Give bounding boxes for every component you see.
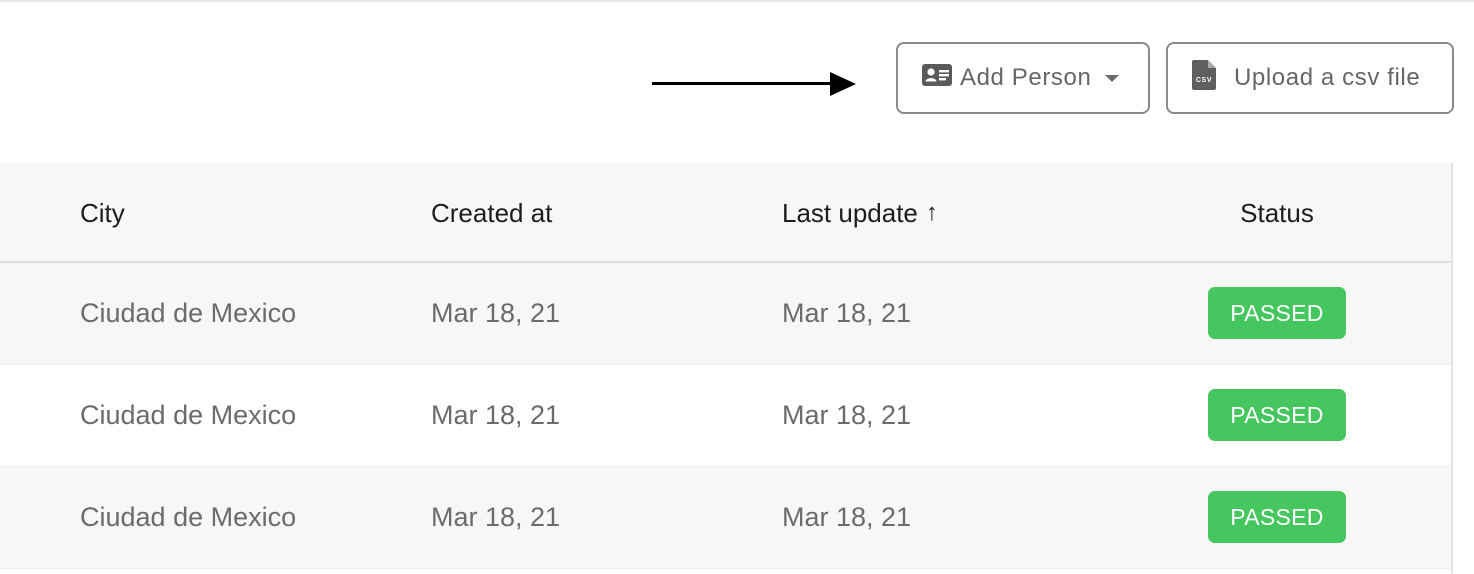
column-header-created-at[interactable]: Created at: [431, 163, 552, 263]
column-header-label: Status: [1240, 197, 1314, 228]
table-row[interactable]: Ciudad de Mexico Mar 18, 21 Mar 18, 21 P…: [0, 365, 1451, 467]
created-at-cell: Mar 18, 21: [431, 501, 561, 532]
column-header-label: Last update: [782, 197, 918, 228]
last-update-cell: Mar 18, 21: [782, 399, 912, 430]
city-cell: Ciudad de Mexico: [80, 297, 297, 328]
column-header-label: Created at: [431, 197, 553, 228]
last-update-cell: Mar 18, 21: [782, 501, 912, 532]
csv-file-icon: CSV: [1192, 59, 1216, 97]
status-cell: PASSED: [1208, 365, 1346, 465]
id-card-icon: [922, 63, 952, 93]
people-table: City Created at Last update ↑ Status Ciu…: [0, 163, 1453, 574]
upload-csv-label: Upload a csv file: [1234, 64, 1421, 91]
created-at-cell: Mar 18, 21: [431, 399, 561, 430]
table-header: City Created at Last update ↑ Status: [0, 163, 1451, 263]
chevron-down-icon[interactable]: [1105, 74, 1120, 82]
table-row[interactable]: Ciudad de Mexico Mar 18, 21 Mar 18, 21 P…: [0, 263, 1451, 365]
column-header-status[interactable]: Status: [1177, 163, 1377, 263]
csv-icon-text: CSV: [1196, 77, 1212, 84]
sort-ascending-icon[interactable]: ↑: [926, 199, 938, 227]
arrow-line: [652, 82, 834, 85]
city-cell: Ciudad de Mexico: [80, 501, 297, 532]
status-badge: PASSED: [1208, 491, 1346, 543]
column-header-label: City: [80, 197, 125, 228]
status-cell: PASSED: [1208, 467, 1346, 567]
upload-csv-button[interactable]: CSV Upload a csv file: [1166, 42, 1454, 114]
top-divider: [0, 0, 1474, 2]
arrow-head: [830, 72, 856, 96]
table-row[interactable]: Ciudad de Mexico Mar 18, 21 Mar 18, 21 P…: [0, 467, 1451, 569]
status-badge: PASSED: [1208, 389, 1346, 441]
add-person-label: Add Person: [960, 64, 1092, 91]
add-person-button[interactable]: Add Person: [896, 42, 1150, 114]
status-badge: PASSED: [1208, 287, 1346, 339]
column-header-last-update[interactable]: Last update ↑: [782, 163, 938, 263]
city-cell: Ciudad de Mexico: [80, 399, 297, 430]
created-at-cell: Mar 18, 21: [431, 297, 561, 328]
last-update-cell: Mar 18, 21: [782, 297, 912, 328]
page: Add Person CSV Upload a csv file City Cr…: [0, 0, 1474, 574]
status-cell: PASSED: [1208, 263, 1346, 363]
column-header-city[interactable]: City: [80, 163, 125, 263]
